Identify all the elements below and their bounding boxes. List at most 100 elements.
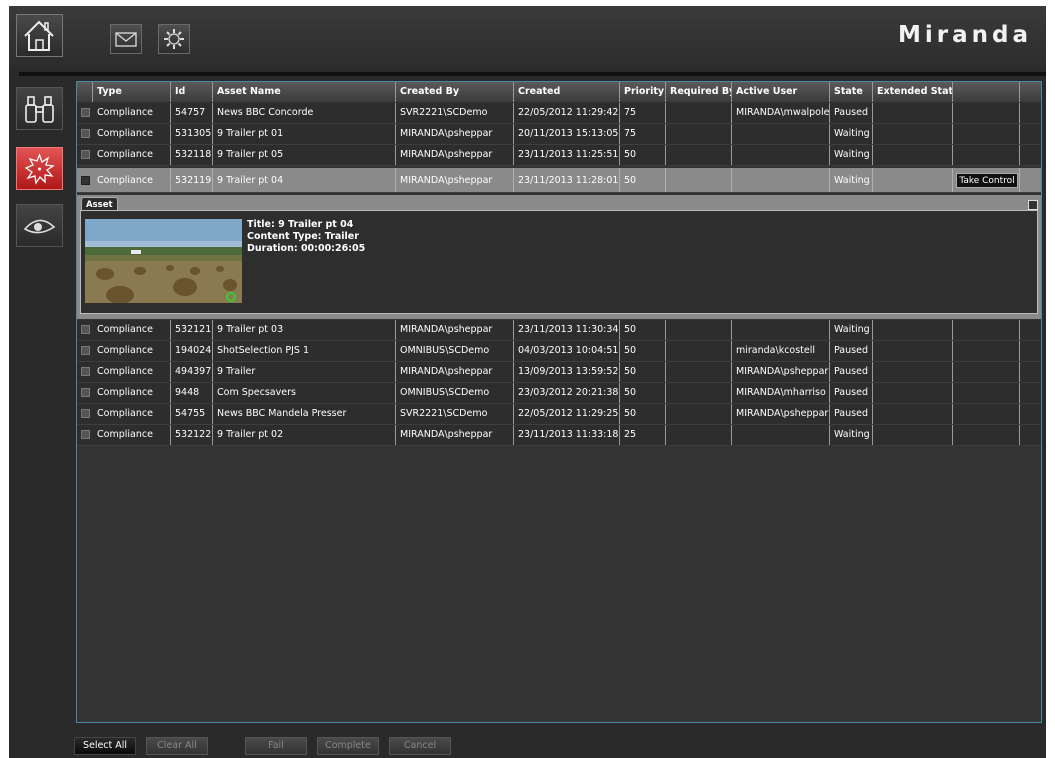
header-active-user[interactable]: Active User (732, 82, 830, 102)
asset-detail-content: Title: 9 Trailer pt 04 Content Type: Tra… (80, 210, 1038, 314)
table-row[interactable]: Compliance 532118 9 Trailer pt 05 MIRANDA\p… (77, 145, 1041, 166)
cell-state: Paused (830, 341, 873, 361)
cell-id: 194024 (171, 341, 213, 361)
cell-action (953, 362, 1020, 382)
cell-id: 54755 (171, 404, 213, 424)
cell-created-by: MIRANDA\psheppar (396, 425, 514, 445)
table-row[interactable]: Compliance 54755 News BBC Mandela Presser S… (77, 404, 1041, 425)
clear-all-button[interactable]: Clear All (146, 737, 208, 755)
cell-state: Paused (830, 383, 873, 403)
gear-icon (164, 29, 184, 49)
fail-button[interactable]: Fail (245, 737, 307, 755)
cell-state: Waiting (830, 124, 873, 144)
header-extended-state[interactable]: Extended State (873, 82, 953, 102)
cell-id: 532118 (171, 145, 213, 165)
cell-required-by (666, 103, 732, 123)
grid-header: Type Id Asset Name Created By Created Pr… (77, 82, 1041, 102)
cell-created: 13/09/2013 13:59:52 (514, 362, 620, 382)
cell-asset-name: 9 Trailer pt 05 (213, 145, 396, 165)
cell-spacer (1020, 362, 1041, 382)
row-checkbox[interactable] (81, 430, 90, 439)
cell-state: Waiting (830, 425, 873, 445)
cell-created-by: MIRANDA\psheppar (396, 320, 514, 340)
sidebar-search-button[interactable] (16, 87, 63, 130)
header-asset-name[interactable]: Asset Name (213, 82, 396, 102)
row-checkbox[interactable] (81, 150, 90, 159)
asset-metadata: Title: 9 Trailer pt 04 Content Type: Tra… (247, 219, 365, 255)
cell-id: 532122 (171, 425, 213, 445)
header-action (953, 82, 1020, 102)
table-row[interactable]: Compliance 532122 9 Trailer pt 02 MIRANDA\p… (77, 425, 1041, 446)
row-checkbox[interactable] (81, 346, 90, 355)
header-created[interactable]: Created (514, 82, 620, 102)
cell-action (953, 425, 1020, 445)
cell-state: Paused (830, 404, 873, 424)
cell-created-by: MIRANDA\psheppar (396, 124, 514, 144)
cell-created-by: OMNIBUS\SCDemo (396, 341, 514, 361)
mail-button[interactable] (110, 24, 142, 54)
cell-active-user: MIRANDA\psheppar (732, 362, 830, 382)
row-checkbox[interactable] (81, 409, 90, 418)
cell-priority: 50 (620, 362, 666, 382)
table-row[interactable]: Compliance 9448 Com Specsavers OMNIBUS\SCDe… (77, 383, 1041, 404)
cell-action (953, 145, 1020, 165)
cell-required-by (666, 124, 732, 144)
cell-extended-state (873, 341, 953, 361)
cell-priority: 50 (620, 341, 666, 361)
tab-asset[interactable]: Asset (81, 197, 118, 211)
complete-button[interactable]: Complete (317, 737, 379, 755)
select-all-button[interactable]: Select All (74, 737, 136, 755)
row-checkbox[interactable] (81, 325, 90, 334)
top-toolbar: Miranda (9, 6, 1046, 70)
row-checkbox[interactable] (81, 388, 90, 397)
cell-active-user (732, 425, 830, 445)
table-row[interactable]: Compliance 54757 News BBC Concorde SVR2221\… (77, 103, 1041, 124)
cell-type: Compliance (93, 383, 171, 403)
table-row[interactable]: Compliance 531305 9 Trailer pt 01 MIRANDA\p… (77, 124, 1041, 145)
cell-created-by: SVR2221\SCDemo (396, 404, 514, 424)
header-required-by[interactable]: Required By (666, 82, 732, 102)
cell-active-user (732, 320, 830, 340)
cell-active-user: MIRANDA\mharriso (732, 383, 830, 403)
table-row[interactable]: Compliance 194024 ShotSelection PJS 1 OMNIB… (77, 341, 1041, 362)
cell-required-by (666, 320, 732, 340)
row-checkbox[interactable] (81, 176, 90, 185)
header-id[interactable]: Id (171, 82, 213, 102)
header-type[interactable]: Type (93, 82, 171, 102)
cell-asset-name: Com Specsavers (213, 383, 396, 403)
header-created-by[interactable]: Created By (396, 82, 514, 102)
cell-created: 22/05/2012 11:29:25 (514, 404, 620, 424)
cell-extended-state (873, 103, 953, 123)
cell-type: Compliance (93, 404, 171, 424)
cell-extended-state (873, 362, 953, 382)
cell-spacer (1020, 404, 1041, 424)
settings-button[interactable] (158, 24, 190, 54)
table-row[interactable]: Compliance 532121 9 Trailer pt 03 MIRANDA\p… (77, 320, 1041, 341)
cell-type: Compliance (93, 124, 171, 144)
header-priority[interactable]: Priority (620, 82, 666, 102)
cell-created: 23/03/2012 20:21:38 (514, 383, 620, 403)
table-row[interactable]: Compliance 494397 9 Trailer MIRANDA\psheppa… (77, 362, 1041, 383)
sidebar-alerts-button[interactable] (16, 147, 63, 190)
cell-extended-state (873, 383, 953, 403)
take-control-button[interactable]: Take Control (956, 173, 1018, 188)
cell-created: 23/11/2013 11:33:18 (514, 425, 620, 445)
header-state[interactable]: State (830, 82, 873, 102)
selected-row[interactable]: Compliance 532119 9 Trailer pt 04 MIRAND… (77, 168, 1041, 193)
cell-asset-name: 9 Trailer pt 03 (213, 320, 396, 340)
home-button[interactable] (16, 14, 63, 57)
cell-created: 23/11/2013 11:30:34 (514, 320, 620, 340)
row-checkbox[interactable] (81, 129, 90, 138)
sidebar-monitor-button[interactable] (16, 204, 63, 247)
row-checkbox[interactable] (81, 108, 90, 117)
cell-required-by (666, 404, 732, 424)
cell-required-by (666, 168, 732, 192)
cancel-button[interactable]: Cancel (389, 737, 451, 755)
row-checkbox[interactable] (81, 367, 90, 376)
asset-thumbnail[interactable] (85, 219, 242, 303)
cell-spacer (1020, 320, 1041, 340)
cell-id: 54757 (171, 103, 213, 123)
collapse-detail-button[interactable] (1028, 200, 1038, 210)
cell-active-user: MIRANDA\mwalpole (732, 103, 830, 123)
cell-extended-state (873, 145, 953, 165)
